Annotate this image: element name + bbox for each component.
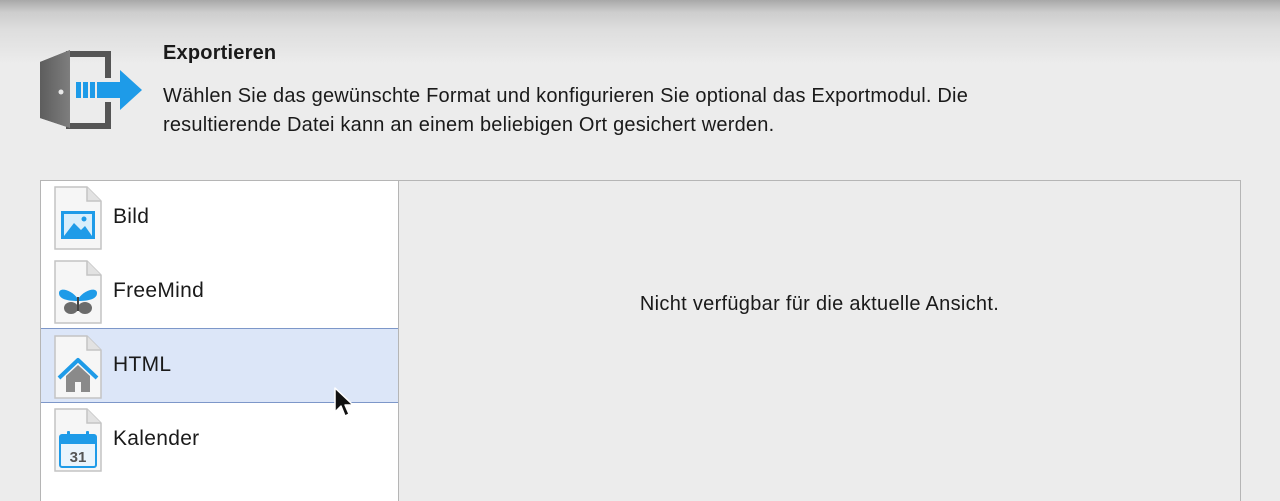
export-door-arrow-icon	[40, 50, 142, 129]
page-description: Wählen Sie das gewünschte Format und kon…	[163, 82, 1163, 140]
list-item-label: Kalender	[113, 427, 200, 450]
image-file-icon	[54, 186, 102, 250]
format-list: Bild FreeMind HTML 31 Kalender	[40, 180, 400, 501]
list-item-label: FreeMind	[113, 279, 205, 302]
list-item-freemind[interactable]: FreeMind	[41, 255, 399, 329]
description-line: Wählen Sie das gewünschte Format und kon…	[163, 85, 969, 107]
mouse-pointer-icon	[334, 387, 354, 417]
description-line: resultierende Datei kann an einem belieb…	[163, 114, 775, 136]
calendar-file-icon: 31	[54, 408, 102, 472]
list-item-bild[interactable]: Bild	[41, 181, 399, 255]
export-options-pane: Nicht verfügbar für die aktuelle Ansicht…	[398, 180, 1241, 501]
list-item-label: HTML	[113, 353, 172, 376]
not-available-message: Nicht verfügbar für die aktuelle Ansicht…	[639, 293, 1000, 315]
html-house-file-icon	[54, 335, 102, 399]
calendar-day-label: 31	[70, 449, 87, 466]
list-item-label: Bild	[113, 205, 150, 228]
freemind-butterfly-file-icon	[54, 260, 102, 324]
page-title: Exportieren	[163, 42, 277, 64]
